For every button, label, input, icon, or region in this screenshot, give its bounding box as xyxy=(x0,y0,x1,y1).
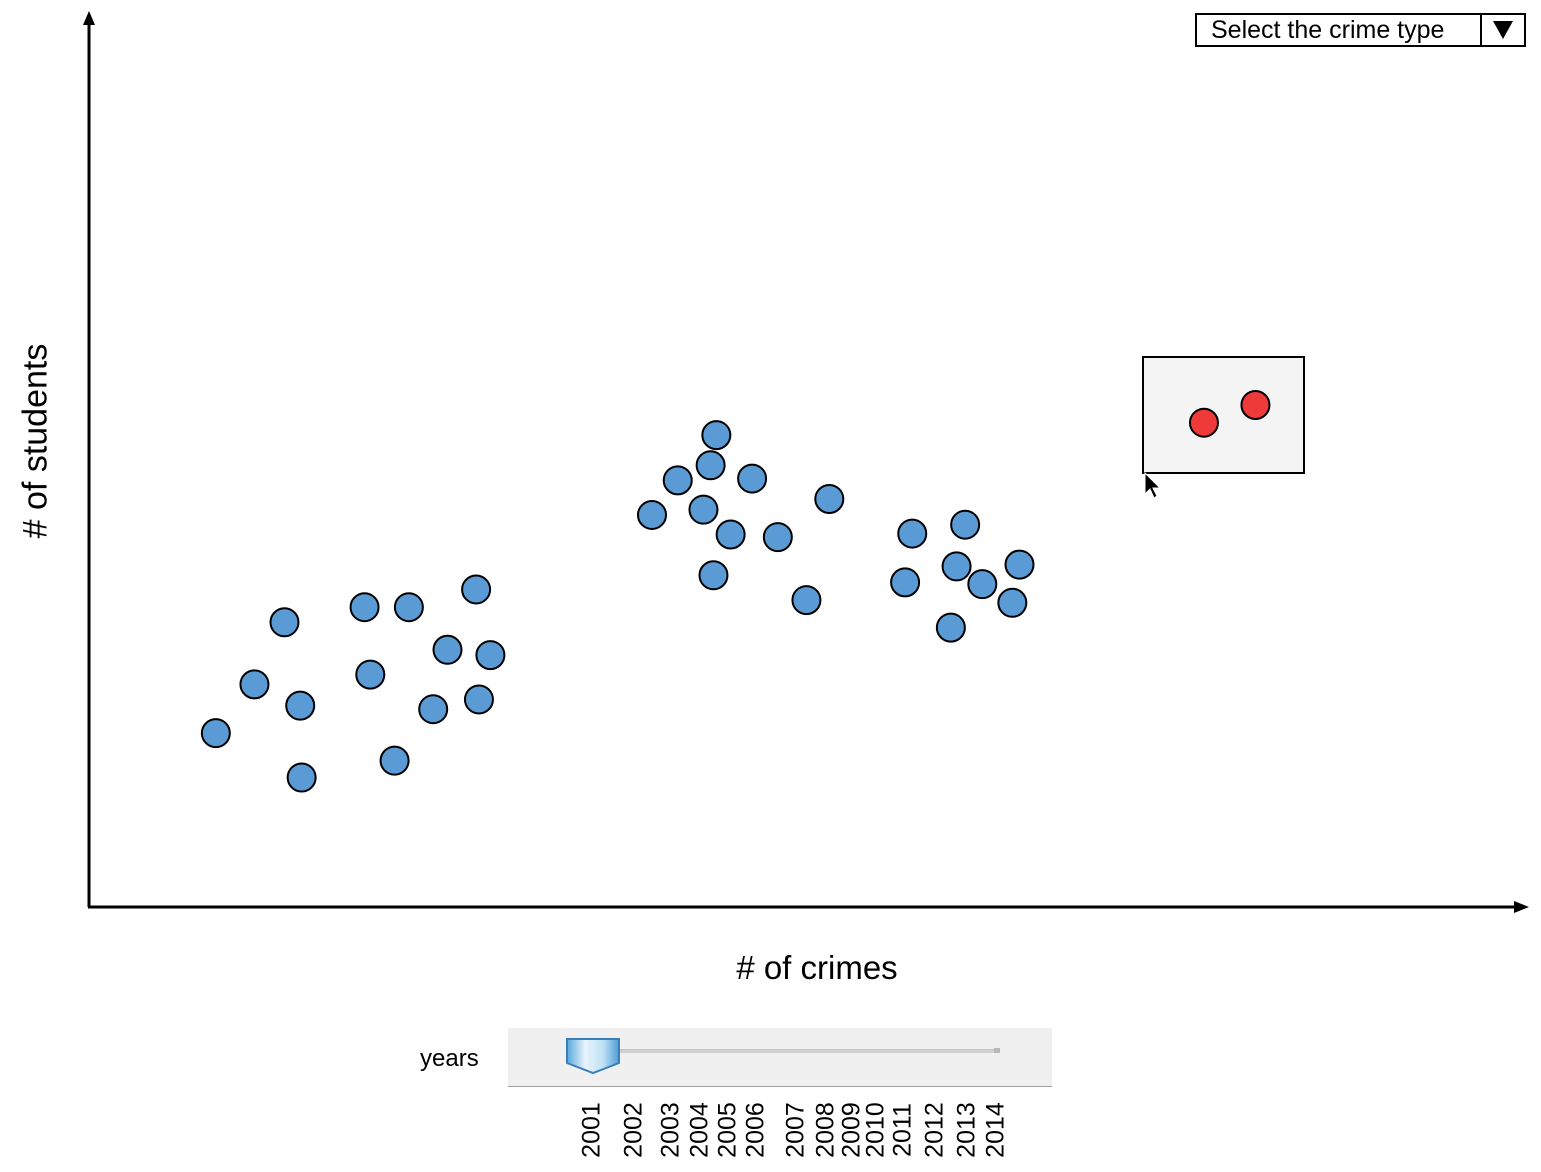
year-tick-label: 2010 xyxy=(861,1102,890,1158)
slider-track[interactable] xyxy=(598,1049,1000,1053)
selection-box[interactable] xyxy=(1142,356,1305,474)
data-point[interactable] xyxy=(935,612,966,643)
data-point[interactable] xyxy=(890,567,921,598)
data-point[interactable] xyxy=(461,574,492,605)
data-point[interactable] xyxy=(432,634,463,665)
chevron-down-icon xyxy=(1493,21,1513,39)
data-point[interactable] xyxy=(967,569,998,600)
data-point[interactable] xyxy=(688,494,719,525)
data-point[interactable] xyxy=(200,718,231,749)
year-tick-label: 2002 xyxy=(619,1102,648,1158)
data-point[interactable] xyxy=(349,592,380,623)
years-label: years xyxy=(420,1045,479,1072)
data-point[interactable] xyxy=(285,690,316,721)
data-points xyxy=(200,420,1035,793)
data-point[interactable] xyxy=(950,509,981,540)
year-tick-label: 2014 xyxy=(981,1102,1010,1158)
y-axis-arrow xyxy=(83,11,95,25)
year-tick-label: 2008 xyxy=(811,1102,840,1158)
data-point[interactable] xyxy=(393,592,424,623)
year-tick-label: 2001 xyxy=(577,1102,606,1158)
data-point[interactable] xyxy=(997,587,1028,618)
data-point[interactable] xyxy=(463,684,494,715)
year-tick-label: 2012 xyxy=(920,1102,949,1158)
data-point[interactable] xyxy=(698,560,729,591)
data-point[interactable] xyxy=(715,519,746,550)
data-point[interactable] xyxy=(636,499,667,530)
crime-type-dropdown[interactable]: Select the crime type xyxy=(1195,13,1526,47)
scatter-plot xyxy=(83,11,1529,913)
year-tick-label: 2006 xyxy=(741,1102,770,1158)
year-tick-label: 2013 xyxy=(952,1102,981,1158)
year-tick-label: 2005 xyxy=(713,1102,742,1158)
y-axis-label: # of students xyxy=(16,343,55,539)
dropdown-button[interactable] xyxy=(1480,15,1524,45)
data-point[interactable] xyxy=(701,420,732,451)
year-tick-label: 2011 xyxy=(888,1103,917,1157)
data-point[interactable] xyxy=(791,585,822,616)
data-point[interactable] xyxy=(475,640,506,671)
years-slider[interactable] xyxy=(508,1028,1052,1087)
data-point[interactable] xyxy=(941,551,972,582)
highlighted-data-point[interactable] xyxy=(1240,389,1271,420)
year-tick-label: 2007 xyxy=(781,1102,810,1158)
data-point[interactable] xyxy=(662,465,693,496)
year-tick-label: 2003 xyxy=(656,1102,685,1158)
x-axis-arrow xyxy=(1514,901,1529,913)
data-point[interactable] xyxy=(897,518,928,549)
data-point[interactable] xyxy=(269,607,300,638)
year-tick-label: 2004 xyxy=(685,1102,714,1158)
data-point[interactable] xyxy=(814,483,845,514)
data-point[interactable] xyxy=(737,463,768,494)
crime-type-dropdown-label: Select the crime type xyxy=(1211,16,1445,44)
data-point[interactable] xyxy=(418,694,449,725)
data-point[interactable] xyxy=(695,450,726,481)
data-point[interactable] xyxy=(239,669,270,700)
data-point[interactable] xyxy=(762,522,793,553)
highlighted-data-point[interactable] xyxy=(1188,407,1219,438)
data-point[interactable] xyxy=(379,745,410,776)
data-point[interactable] xyxy=(286,762,317,793)
slider-track-end xyxy=(994,1048,1000,1053)
x-axis-label: # of crimes xyxy=(736,949,898,986)
slider-thumb[interactable] xyxy=(564,1036,622,1076)
mouse-cursor-icon xyxy=(1144,471,1162,499)
data-point[interactable] xyxy=(355,659,386,690)
data-point[interactable] xyxy=(1004,549,1035,580)
